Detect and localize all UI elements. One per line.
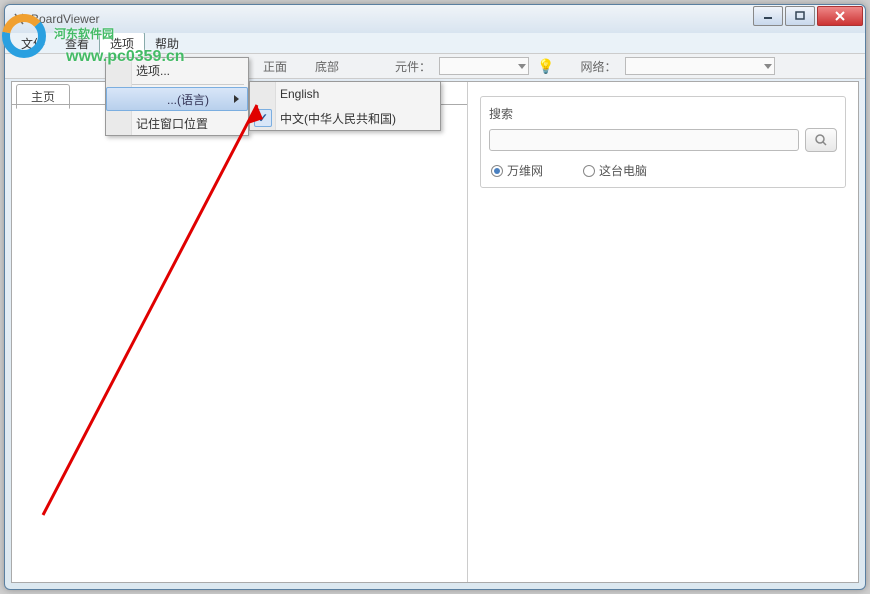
dd-remember-label: 记住窗口位置: [136, 115, 208, 132]
radio-pc[interactable]: 这台电脑: [583, 162, 647, 179]
toolbar-bottom-button[interactable]: 底部: [305, 56, 349, 77]
dd-language-label: ...(语言): [167, 91, 209, 108]
menu-file[interactable]: 文件: [11, 33, 55, 54]
lightbulb-icon[interactable]: 💡: [537, 58, 554, 75]
dd-lang-english[interactable]: English: [250, 82, 440, 106]
close-button[interactable]: [817, 6, 863, 26]
search-icon: [814, 133, 828, 147]
network-combobox[interactable]: [625, 57, 775, 75]
search-button[interactable]: [805, 128, 837, 152]
menubar: 文件 查看 选项 帮助: [5, 33, 865, 53]
language-submenu: English ✓ 中文(中华人民共和国): [249, 81, 441, 131]
dd-english-label: English: [280, 87, 319, 101]
search-input[interactable]: [489, 129, 799, 151]
maximize-button[interactable]: [785, 6, 815, 26]
dd-options-item[interactable]: 选项...: [106, 58, 248, 82]
window-controls: [753, 6, 863, 26]
options-dropdown: 选项... ...(语言) 记住窗口位置: [105, 57, 249, 136]
titlebar: BoardViewer: [5, 5, 865, 33]
content-area: 主页 搜索 万维网 这台: [11, 81, 859, 583]
chevron-down-icon: [518, 64, 526, 69]
radio-dot-icon: [583, 165, 595, 177]
chevron-down-icon: [764, 64, 772, 69]
tab-home[interactable]: 主页: [16, 84, 70, 109]
radio-web-label: 万维网: [507, 162, 543, 179]
component-combobox[interactable]: [439, 57, 529, 75]
right-pane: 搜索 万维网 这台电脑: [468, 82, 858, 582]
window-title: BoardViewer: [31, 12, 99, 26]
dd-lang-chinese[interactable]: ✓ 中文(中华人民共和国): [250, 106, 440, 130]
menu-options[interactable]: 选项: [99, 32, 145, 54]
radio-dot-checked-icon: [491, 165, 503, 177]
network-label: 网络：: [580, 58, 616, 75]
toolbar-front-button[interactable]: 正面: [253, 56, 297, 77]
menu-help[interactable]: 帮助: [145, 33, 189, 54]
dd-language-item[interactable]: ...(语言): [106, 87, 248, 111]
dd-chinese-label: 中文(中华人民共和国): [280, 110, 396, 127]
left-pane: 主页: [12, 82, 468, 582]
menu-view[interactable]: 查看: [55, 33, 99, 54]
dd-options-label: 选项...: [136, 62, 170, 79]
minimize-button[interactable]: [753, 6, 783, 26]
dd-remember-position-item[interactable]: 记住窗口位置: [106, 111, 248, 135]
search-group: 搜索 万维网 这台电脑: [480, 96, 846, 188]
component-label: 元件：: [395, 58, 431, 75]
search-label: 搜索: [489, 105, 837, 122]
radio-pc-label: 这台电脑: [599, 162, 647, 179]
app-window: BoardViewer 文件 查看 选项 帮助 正面 底部 元件： 💡 网络：: [4, 4, 866, 590]
app-icon: [11, 11, 27, 27]
checkmark-icon: ✓: [254, 109, 272, 127]
submenu-arrow-icon: [234, 95, 239, 103]
radio-web[interactable]: 万维网: [491, 162, 543, 179]
